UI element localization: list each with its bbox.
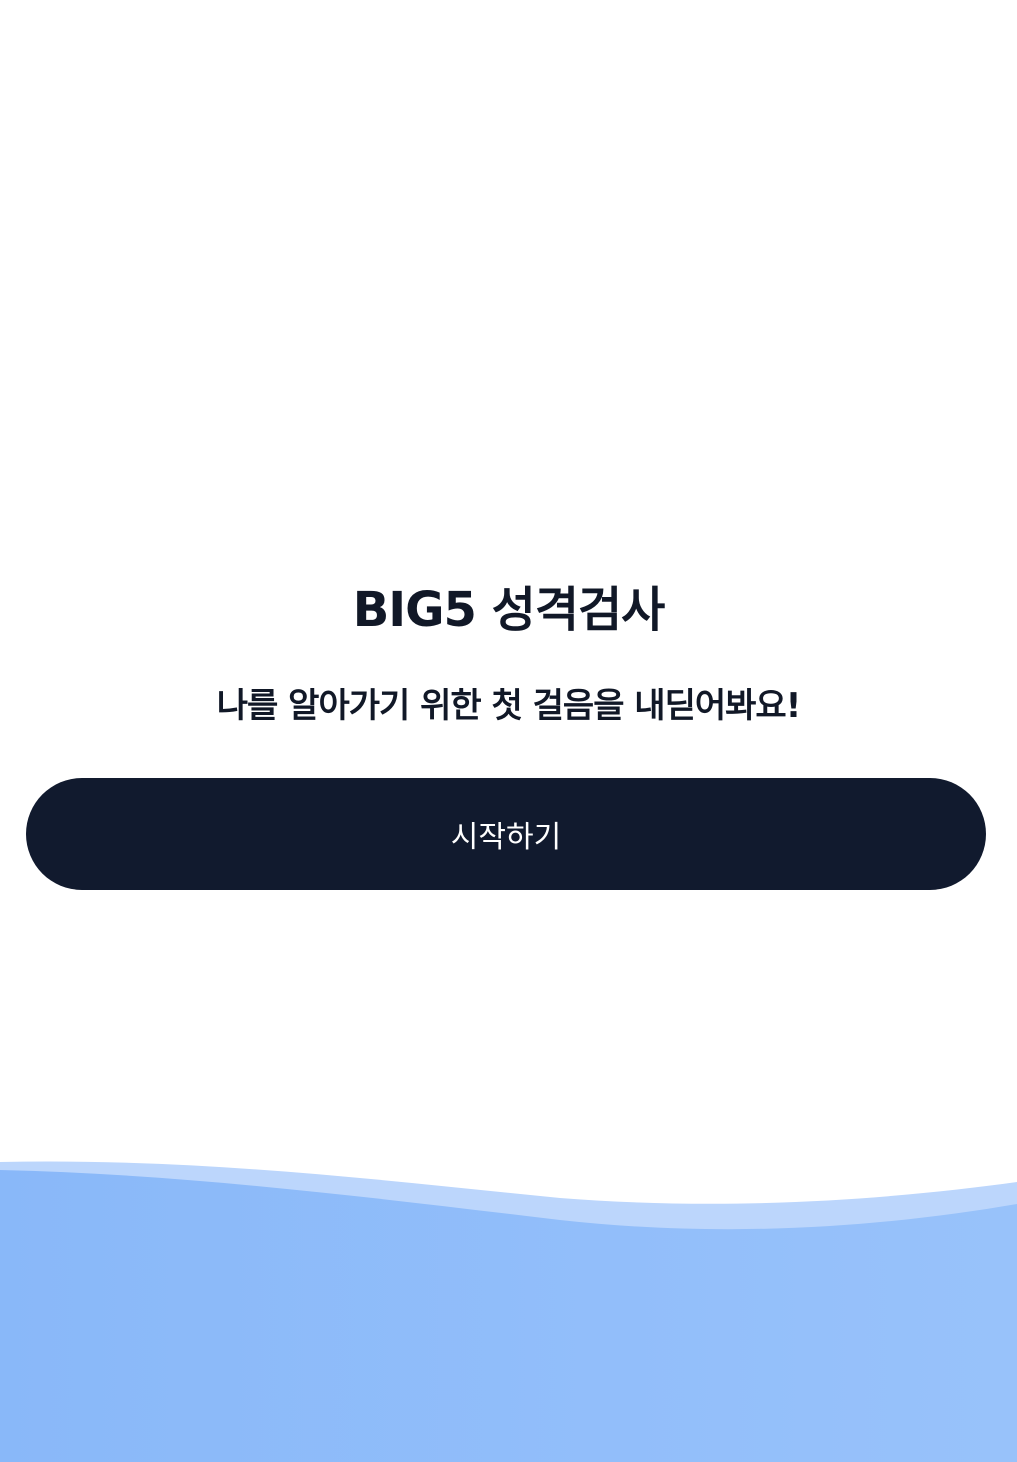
start-button-label: 시작하기 [450, 820, 562, 855]
start-button[interactable]: 시작하기 [26, 778, 986, 890]
landing-page: BIG5 성격검사 나를 알아가기 위한 첫 걸음을 내딛어봐요! 시작하기 [0, 0, 1017, 1462]
page-subtitle: 나를 알아가기 위한 첫 걸음을 내딛어봐요! [216, 686, 801, 726]
page-title: BIG5 성격검사 [352, 582, 666, 638]
wave-decoration [0, 1161, 1017, 1462]
